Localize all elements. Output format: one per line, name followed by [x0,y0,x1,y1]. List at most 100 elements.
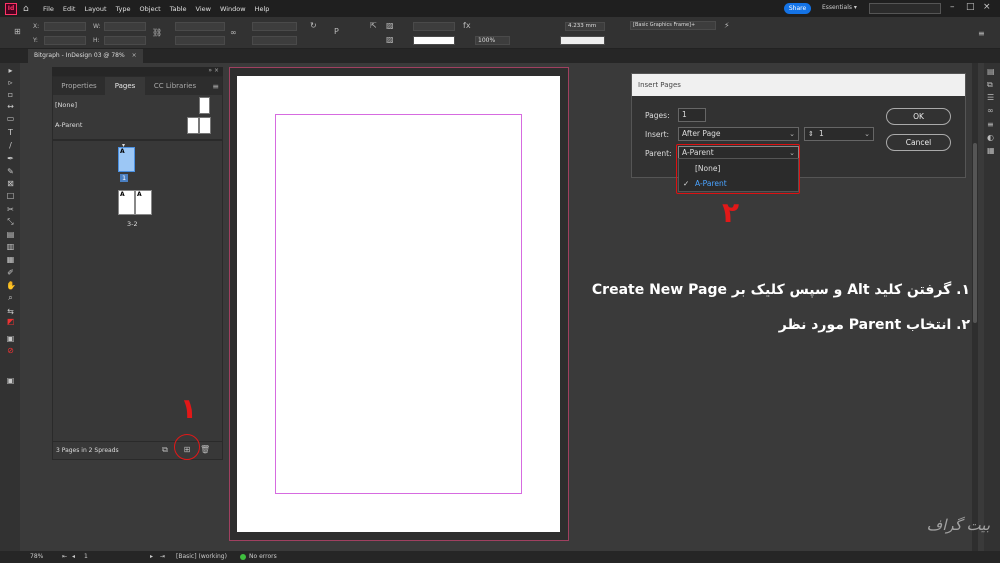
object-style-dropdown[interactable]: [Basic Graphics Frame]+ [630,21,716,30]
properties-panel-icon[interactable]: ▤ [987,67,997,76]
content-collector-icon[interactable]: ▭ [6,115,15,123]
search-input[interactable] [869,3,941,14]
links-panel-icon[interactable]: ∞ [987,106,997,115]
pen-tool-icon[interactable]: ✒ [6,155,15,163]
minimize-icon[interactable]: – [950,2,955,12]
parent-a[interactable]: A-Parent [53,116,222,136]
style-field[interactable] [560,36,605,45]
menu-help[interactable]: Help [255,5,270,13]
w-field[interactable] [104,22,146,31]
menu-edit[interactable]: Edit [63,5,76,13]
constrain-icon[interactable]: ⛓ [152,28,162,37]
menu-view[interactable]: View [196,5,211,13]
next-page-icon[interactable]: ▸ [150,553,153,560]
tab-pages[interactable]: Pages [105,77,145,95]
rotate-field[interactable] [252,22,297,31]
opacity-field[interactable]: 100% [475,36,510,45]
menu-file[interactable]: File [43,5,54,13]
document-tab[interactable]: Bitgraph - InDesign 03 @ 78% × [28,49,143,63]
stepper-icon[interactable]: ⇕ [808,128,814,140]
fx-icon[interactable]: fx [463,21,471,30]
type-tool-icon[interactable]: T [6,129,15,137]
delete-page-icon[interactable]: 🗑 [200,445,210,455]
collapse-icon[interactable]: » × [208,67,219,74]
insert-page-number-select[interactable]: ⇕ 1 ⌄ [804,127,874,141]
workspace-switcher[interactable]: Essentials ▾ [822,4,857,11]
menu-layout[interactable]: Layout [84,5,106,13]
x-field[interactable] [44,22,86,31]
close-icon[interactable]: × [983,2,991,12]
rectangle-tool-icon[interactable]: □ [6,192,15,200]
reference-point-icon[interactable]: ⊞ [14,27,21,36]
cancel-button[interactable]: Cancel [886,134,951,151]
line-tool-icon[interactable]: / [6,142,15,150]
stroke-swatch-icon[interactable]: ▨ [386,35,394,44]
swatches-panel-icon[interactable]: ▦ [987,146,997,155]
spread-number-2-3[interactable]: 3-2 [127,220,138,228]
page-tool-icon[interactable]: ▫ [6,91,15,99]
select-container-icon[interactable]: ⇱ [370,21,377,30]
parent-none[interactable]: [None] [53,96,222,116]
close-tab-icon[interactable]: × [132,52,137,59]
page-thumbnail-1[interactable]: A [118,147,135,172]
vertical-scrollbar[interactable] [972,63,978,553]
formatting-container-icon[interactable]: ▣ [6,335,15,343]
fill-swatch-icon[interactable]: ▨ [386,21,394,30]
tab-cc-libraries[interactable]: CC Libraries [145,77,205,95]
zoom-tool-icon[interactable]: ⌕ [6,294,15,302]
stroke-panel-icon[interactable]: ≡ [987,120,997,129]
preflight-profile[interactable]: [Basic] (working) [176,553,227,560]
tab-properties[interactable]: Properties [53,77,105,95]
menu-table[interactable]: Table [170,5,187,13]
pages-input[interactable]: 1 [678,108,706,122]
ok-button[interactable]: OK [886,108,951,125]
scale-x-field[interactable] [175,22,225,31]
eyedropper-tool-icon[interactable]: ✐ [6,269,15,277]
selection-tool-icon[interactable]: ▸ [6,67,15,75]
quick-apply-icon[interactable]: ⚡ [724,21,730,30]
pencil-tool-icon[interactable]: ✎ [6,168,15,176]
color-panel-icon[interactable]: ◐ [987,133,997,142]
gradient-feather-tool-icon[interactable]: ▥ [6,243,15,251]
shear-field[interactable] [252,36,297,45]
rectangle-frame-tool-icon[interactable]: ⊠ [6,180,15,188]
preflight-status[interactable]: No errors [240,553,277,560]
page-thumbnail-2[interactable]: A [118,190,135,215]
menu-type[interactable]: Type [116,5,131,13]
apply-none-icon[interactable]: ⊘ [6,347,15,355]
fill-stroke-icon[interactable]: ◩ [6,318,15,326]
scrollbar-thumb[interactable] [973,143,977,323]
page-number-1[interactable]: 1 [120,174,129,182]
stroke-measure-field[interactable]: 4.233 mm [565,22,605,31]
flip-icon[interactable]: P [334,27,339,36]
panel-menu-icon[interactable]: ≡ [212,82,219,91]
first-page-icon[interactable]: ⇤ [62,553,67,560]
stroke-type-field[interactable] [413,36,455,45]
gap-tool-icon[interactable]: ↔ [6,103,15,111]
gradient-swatch-tool-icon[interactable]: ▤ [6,231,15,239]
h-field[interactable] [104,36,146,45]
scale-y-field[interactable] [175,36,225,45]
share-button[interactable]: Share [784,3,811,14]
zoom-level[interactable]: 78% [30,553,43,560]
note-tool-icon[interactable]: ▦ [6,256,15,264]
hand-tool-icon[interactable]: ✋ [6,282,16,290]
link-icon[interactable]: ∞ [230,28,237,37]
swap-fill-stroke-icon[interactable]: ⇆ [6,308,15,316]
y-field[interactable] [44,36,86,45]
insert-position-select[interactable]: After Page ⌄ [678,127,799,141]
free-transform-tool-icon[interactable]: ⤡ [6,218,15,226]
menu-window[interactable]: Window [220,5,246,13]
previous-page-icon[interactable]: ◂ [72,553,75,560]
menu-object[interactable]: Object [140,5,161,13]
screen-mode-icon[interactable]: ▣ [6,377,15,385]
layers-panel-icon[interactable]: ☰ [987,93,997,102]
page-thumbnail-3[interactable]: A [135,190,152,215]
maximize-icon[interactable]: □ [966,2,975,12]
home-icon[interactable]: ⌂ [23,4,35,14]
scissors-tool-icon[interactable]: ✂ [6,206,15,214]
edit-page-size-icon[interactable]: ⧉ [160,445,170,455]
rotate-icon[interactable]: ↻ [310,21,317,30]
stroke-weight-field[interactable] [413,22,455,31]
direct-selection-tool-icon[interactable]: ▹ [6,79,15,87]
